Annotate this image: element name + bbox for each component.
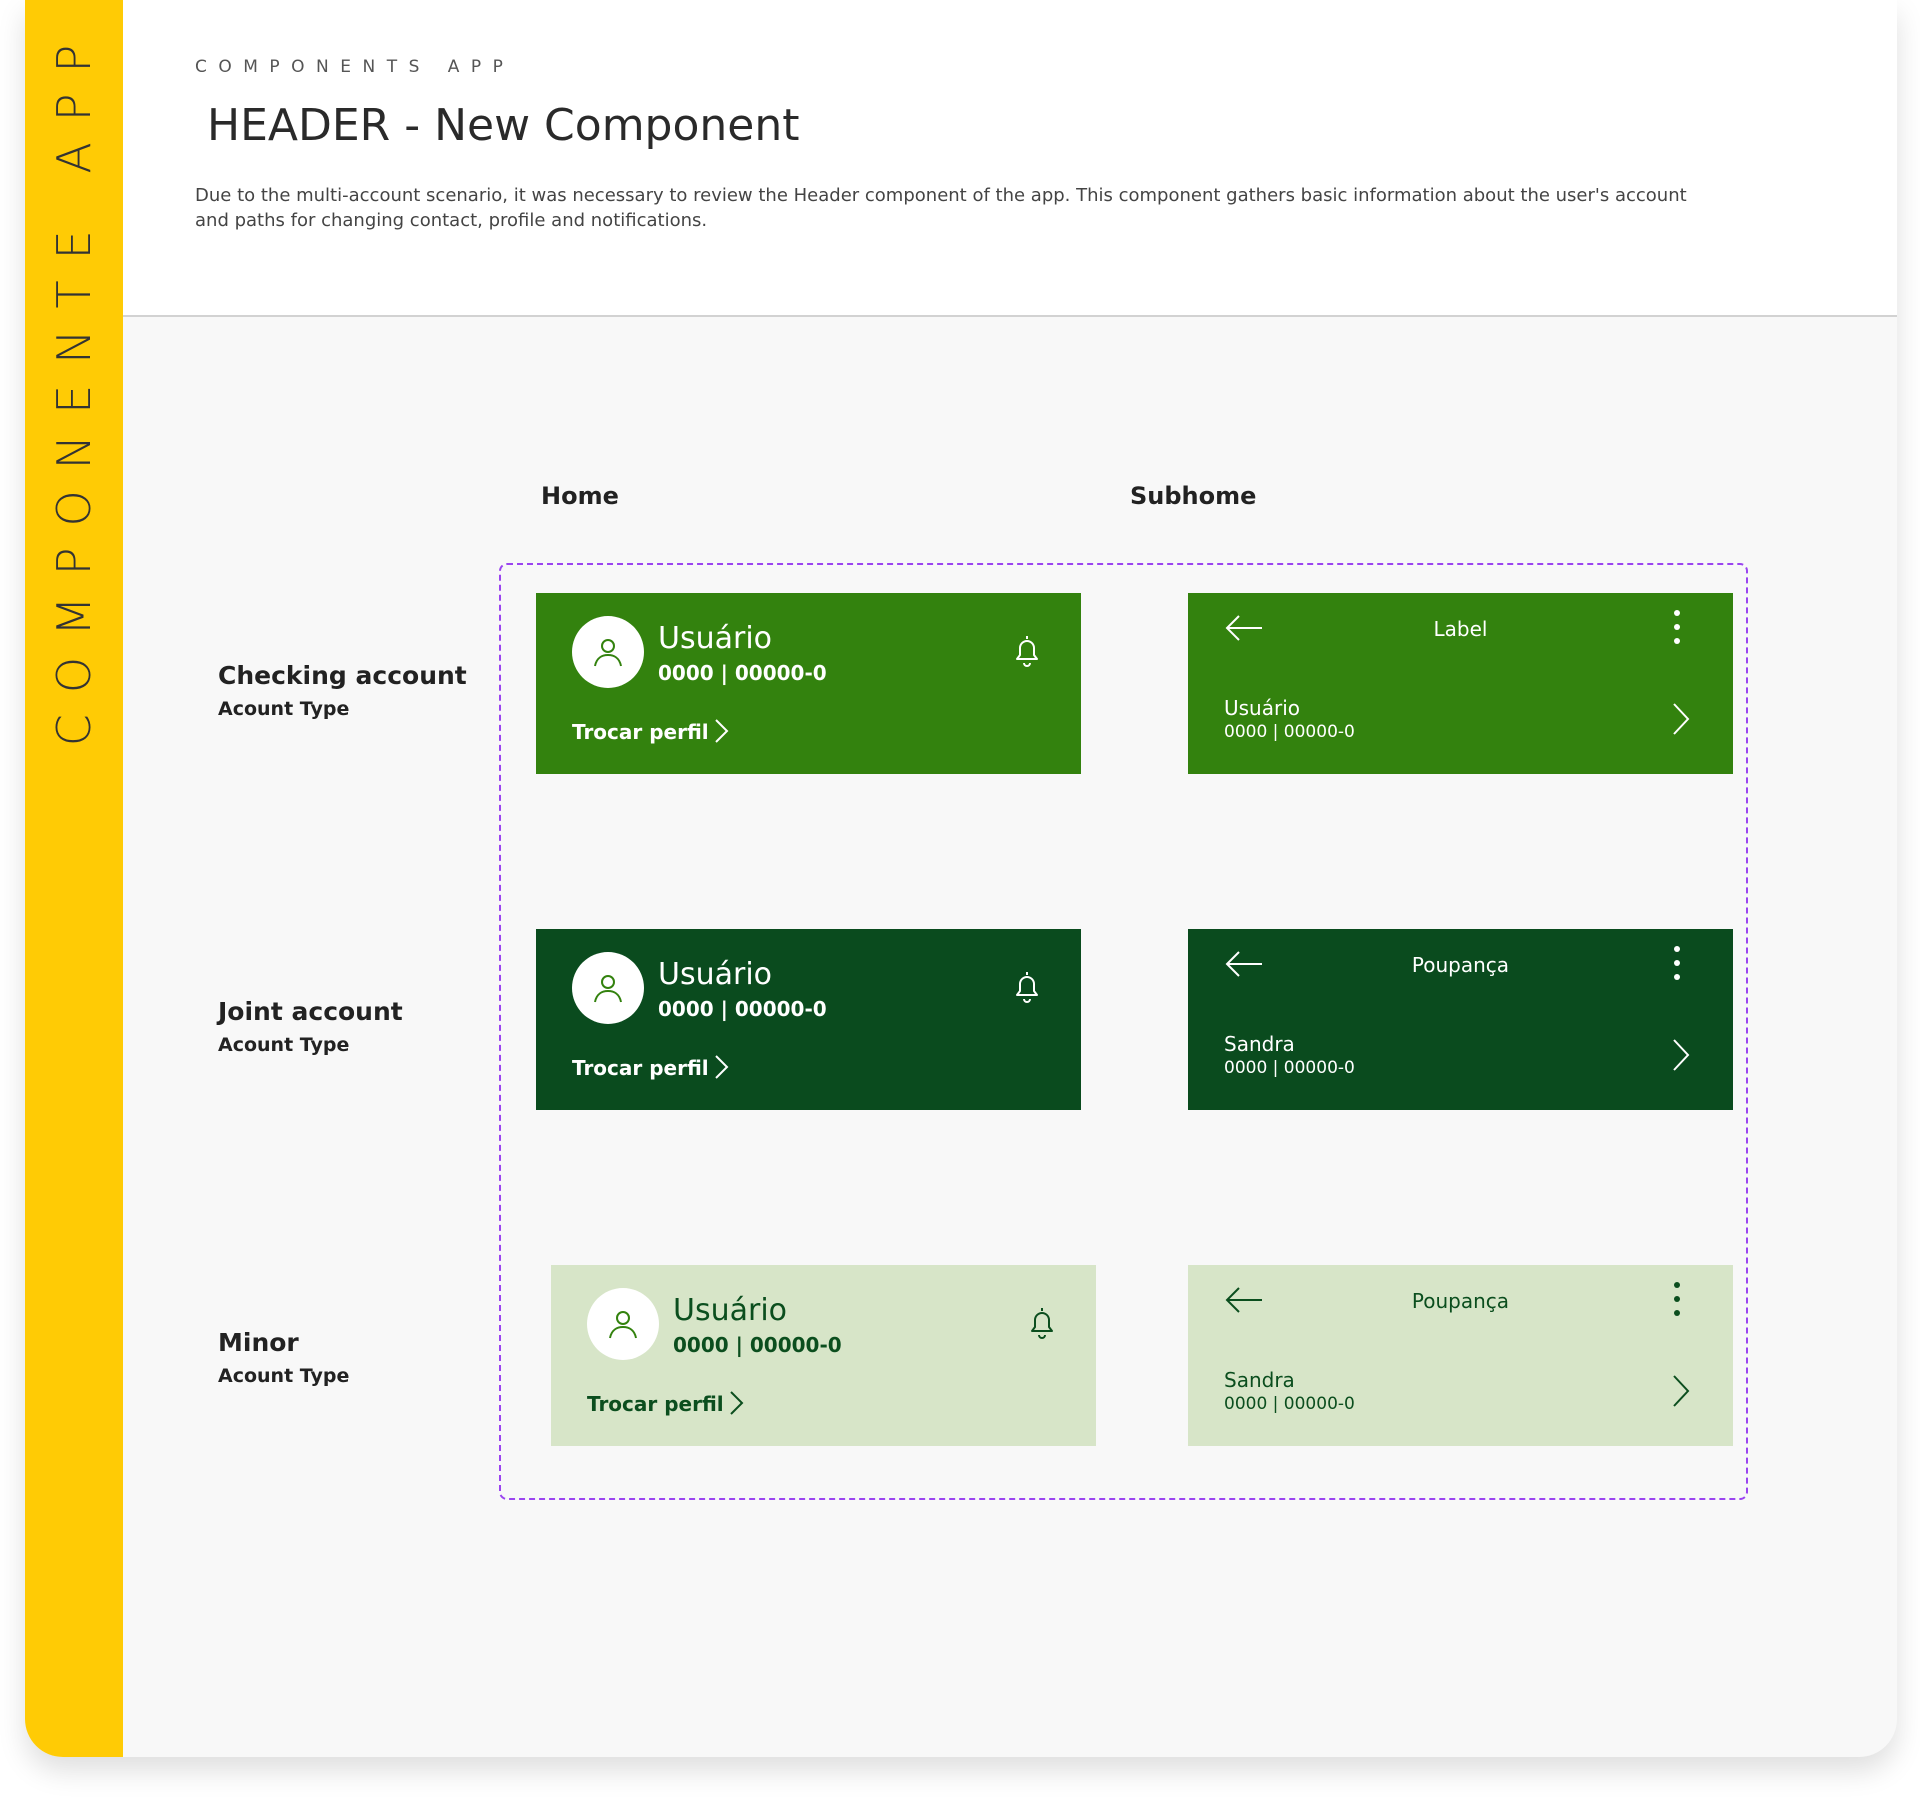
subhome-header-joint: Poupança Sandra 0000 | 00000-0 <box>1188 929 1733 1110</box>
more-vertical-icon[interactable] <box>1673 1279 1681 1321</box>
account-number: 0000 | 00000-0 <box>1224 1394 1355 1414</box>
home-header-joint: Usuário 0000 | 00000-0 Trocar perfil <box>536 929 1081 1110</box>
user-name: Usuário <box>673 1293 788 1328</box>
sidebar: COMPONENTE APP <box>25 0 123 1757</box>
switch-profile-link[interactable]: Trocar perfil <box>587 1392 724 1416</box>
user-icon <box>594 975 622 1003</box>
chevron-right-icon[interactable] <box>1670 1037 1692 1073</box>
bell-icon[interactable] <box>1012 969 1042 1005</box>
screen-label: Poupança <box>1411 1289 1510 1313</box>
chevron-right-icon[interactable] <box>711 717 731 745</box>
subhome-header-checking: Label Usuário 0000 | 00000-0 <box>1188 593 1733 774</box>
account-number: 0000 | 00000-0 <box>1224 1058 1355 1078</box>
switch-profile-link[interactable]: Trocar perfil <box>572 1056 709 1080</box>
subhome-header-minor: Poupança Sandra 0000 | 00000-0 <box>1188 1265 1733 1446</box>
page-title: HEADER - New Component <box>207 100 800 151</box>
row-title: Checking account <box>218 661 467 690</box>
more-vertical-icon[interactable] <box>1673 607 1681 649</box>
avatar[interactable] <box>572 616 644 688</box>
chevron-right-icon[interactable] <box>1670 1373 1692 1409</box>
account-number: 0000 | 00000-0 <box>1224 722 1355 742</box>
page-description: Due to the multi-account scenario, it wa… <box>195 185 1687 231</box>
screen-label: Label <box>1433 617 1488 641</box>
account-number: 0000 | 00000-0 <box>658 997 827 1021</box>
user-icon <box>609 1311 637 1339</box>
account-number: 0000 | 00000-0 <box>673 1333 842 1357</box>
chevron-right-icon[interactable] <box>726 1389 746 1417</box>
avatar[interactable] <box>587 1288 659 1360</box>
bell-icon[interactable] <box>1027 1305 1057 1341</box>
chevron-right-icon[interactable] <box>1670 701 1692 737</box>
chevron-right-icon[interactable] <box>711 1053 731 1081</box>
column-heading-subhome: Subhome <box>1130 482 1257 510</box>
user-name: Usuário <box>658 957 773 992</box>
account-holder-name: Usuário <box>1224 696 1301 720</box>
home-header-minor: Usuário 0000 | 00000-0 Trocar perfil <box>551 1265 1096 1446</box>
row-label-checking: Checking account Acount Type <box>218 661 467 720</box>
user-icon <box>594 639 622 667</box>
screen-label: Poupança <box>1411 953 1510 977</box>
column-heading-home: Home <box>541 482 619 510</box>
eyebrow: COMPONENTS APP <box>195 57 515 77</box>
row-label-joint: Joint account Acount Type <box>218 997 403 1056</box>
account-number: 0000 | 00000-0 <box>658 661 827 685</box>
row-subtitle: Acount Type <box>218 1034 350 1056</box>
account-holder-name: Sandra <box>1224 1368 1295 1392</box>
home-header-checking: Usuário 0000 | 00000-0 Trocar perfil <box>536 593 1081 774</box>
row-title: Minor <box>218 1328 299 1357</box>
row-label-minor: Minor Acount Type <box>218 1328 349 1387</box>
bell-icon[interactable] <box>1012 633 1042 669</box>
avatar[interactable] <box>572 952 644 1024</box>
row-subtitle: Acount Type <box>218 1365 350 1387</box>
more-vertical-icon[interactable] <box>1673 943 1681 985</box>
user-name: Usuário <box>658 621 773 656</box>
switch-profile-link[interactable]: Trocar perfil <box>572 720 709 744</box>
row-title: Joint account <box>218 997 403 1026</box>
row-subtitle: Acount Type <box>218 698 350 720</box>
account-holder-name: Sandra <box>1224 1032 1295 1056</box>
intro-panel: COMPONENTS APP HEADER - New Component Du… <box>123 0 1897 317</box>
component-board: COMPONENTE APP COMPONENTS APP HEADER - N… <box>25 0 1897 1757</box>
sidebar-title: COMPONENTE APP <box>47 23 101 747</box>
